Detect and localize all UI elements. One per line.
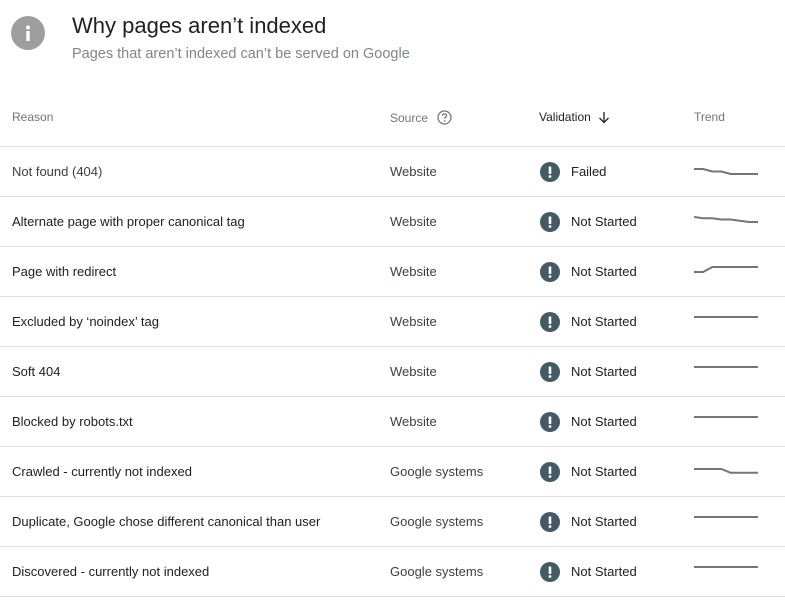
trend-sparkline <box>694 216 758 223</box>
sparkline-path <box>694 168 758 175</box>
validation-cell: Not Started <box>540 197 637 246</box>
trend-cell <box>694 497 758 546</box>
trend-sparkline <box>694 566 758 568</box>
validation-status: Not Started <box>571 514 637 529</box>
source-cell: Google systems <box>390 514 484 529</box>
column-header-source[interactable]: Source <box>390 110 452 125</box>
table-row[interactable]: Duplicate, Google chose different canoni… <box>0 497 785 547</box>
source-cell: Website <box>390 214 437 229</box>
column-label: Source <box>390 110 429 125</box>
column-label: Validation <box>539 110 591 124</box>
trend-cell <box>694 147 758 196</box>
source-cell: Website <box>390 264 437 279</box>
reasons-table: Reason Source Validation Trend Not found… <box>0 96 785 597</box>
source-cell: Google systems <box>390 564 484 579</box>
column-label: Trend <box>694 110 725 124</box>
trend-cell <box>694 197 758 246</box>
source-cell: Website <box>390 314 437 329</box>
validation-status: Not Started <box>571 564 637 579</box>
validation-cell: Not Started <box>540 397 637 446</box>
validation-status: Failed <box>571 164 607 179</box>
table-row[interactable]: Soft 404 Website Not Started <box>0 347 785 397</box>
validation-cell: Not Started <box>540 297 637 346</box>
reason-cell: Alternate page with proper canonical tag <box>12 214 245 229</box>
trend-cell <box>694 447 758 496</box>
alert-circle-icon <box>540 511 560 532</box>
trend-cell <box>694 347 758 396</box>
validation-status: Not Started <box>571 364 637 379</box>
table-header: Reason Source Validation Trend <box>0 96 785 147</box>
table-row[interactable]: Not found (404) Website Failed <box>0 147 785 197</box>
trend-sparkline <box>694 168 758 175</box>
alert-circle-icon <box>540 361 560 382</box>
table-row[interactable]: Alternate page with proper canonical tag… <box>0 197 785 247</box>
sparkline-path <box>694 266 758 273</box>
alert-circle-icon <box>540 461 560 482</box>
section-header: Why pages aren’t indexed Pages that aren… <box>0 0 785 95</box>
reason-cell: Page with redirect <box>12 264 117 279</box>
alert-circle-icon <box>540 161 560 182</box>
table-row[interactable]: Blocked by robots.txt Website Not Starte… <box>0 397 785 447</box>
validation-status: Not Started <box>571 314 637 329</box>
validation-status: Not Started <box>571 264 637 279</box>
source-cell: Google systems <box>390 464 484 479</box>
page-subtitle: Pages that aren’t indexed can’t be serve… <box>72 46 410 62</box>
column-header-validation[interactable]: Validation <box>539 110 610 124</box>
validation-status: Not Started <box>571 214 637 229</box>
alert-circle-icon <box>540 411 560 432</box>
reason-cell: Duplicate, Google chose different canoni… <box>12 514 321 529</box>
source-cell: Website <box>390 164 437 179</box>
trend-sparkline <box>694 468 758 474</box>
validation-cell: Not Started <box>540 447 637 496</box>
table-body: Not found (404) Website Failed Alternate… <box>0 147 785 597</box>
reason-cell: Soft 404 <box>12 364 61 379</box>
source-cell: Website <box>390 364 437 379</box>
validation-cell: Not Started <box>540 547 637 596</box>
table-row[interactable]: Crawled - currently not indexed Google s… <box>0 447 785 497</box>
column-header-trend: Trend <box>694 110 725 124</box>
column-header-reason[interactable]: Reason <box>12 110 53 124</box>
trend-sparkline <box>694 416 758 418</box>
alert-circle-icon <box>540 561 560 582</box>
arrow-down-icon[interactable] <box>598 111 610 124</box>
trend-cell <box>694 247 758 296</box>
sparkline-path <box>694 468 758 474</box>
table-row[interactable]: Page with redirect Website Not Started <box>0 247 785 297</box>
reason-cell: Excluded by ‘noindex’ tag <box>12 314 159 329</box>
trend-cell <box>694 397 758 446</box>
page-title: Why pages aren’t indexed <box>72 13 327 38</box>
trend-cell <box>694 547 758 596</box>
reason-cell: Blocked by robots.txt <box>12 414 133 429</box>
source-cell: Website <box>390 414 437 429</box>
validation-status: Not Started <box>571 414 637 429</box>
reason-cell: Not found (404) <box>12 164 103 179</box>
validation-cell: Failed <box>540 147 606 196</box>
trend-sparkline <box>694 266 758 273</box>
alert-circle-icon <box>540 311 560 332</box>
trend-sparkline <box>694 516 758 518</box>
sparkline-path <box>694 216 758 223</box>
validation-cell: Not Started <box>540 497 637 546</box>
column-label: Reason <box>12 110 54 124</box>
help-circle-icon[interactable] <box>437 110 452 125</box>
validation-cell: Not Started <box>540 347 637 396</box>
trend-sparkline <box>694 316 758 318</box>
validation-cell: Not Started <box>540 247 637 296</box>
trend-sparkline <box>694 366 758 368</box>
validation-status: Not Started <box>571 464 637 479</box>
alert-circle-icon <box>540 261 560 282</box>
reason-cell: Discovered - currently not indexed <box>12 564 210 579</box>
info-icon <box>11 16 45 50</box>
table-row[interactable]: Discovered - currently not indexed Googl… <box>0 547 785 597</box>
table-row[interactable]: Excluded by ‘noindex’ tag Website Not St… <box>0 297 785 347</box>
reason-cell: Crawled - currently not indexed <box>12 464 192 479</box>
alert-circle-icon <box>540 211 560 232</box>
trend-cell <box>694 297 758 346</box>
